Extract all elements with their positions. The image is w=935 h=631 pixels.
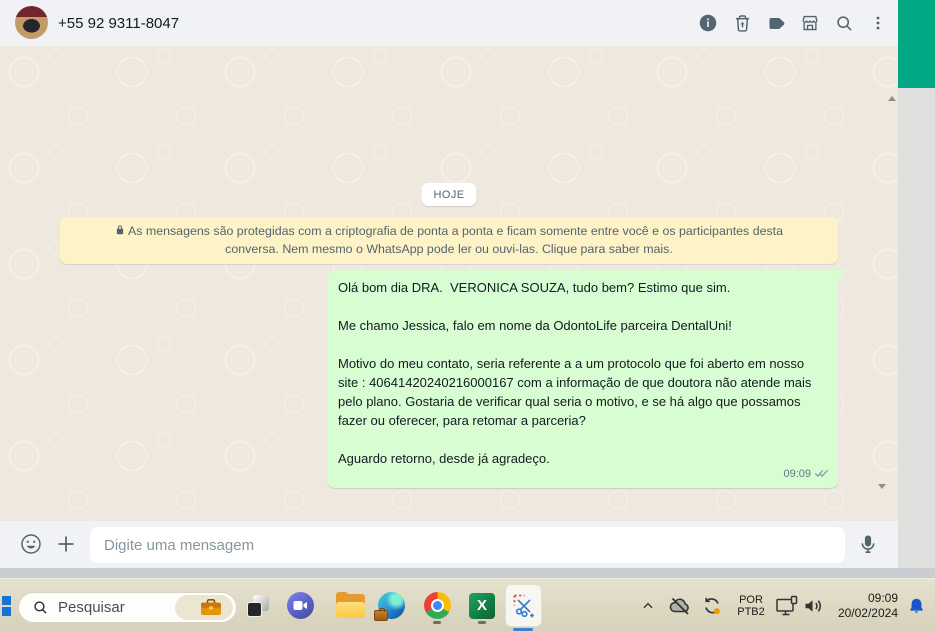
more-options-icon[interactable] (866, 11, 890, 35)
edge-button[interactable] (373, 579, 406, 631)
scroll-down-arrow[interactable] (878, 484, 886, 489)
excel-icon: X (469, 592, 495, 619)
cast-tray-button[interactable] (773, 579, 801, 631)
info-icon[interactable] (696, 11, 720, 35)
search-icon (34, 601, 47, 614)
message-composer (0, 521, 898, 568)
language-line1: POR (739, 593, 763, 606)
clock-date: 20/02/2024 (837, 605, 898, 620)
excel-button[interactable]: X (467, 579, 497, 631)
edge-icon (373, 592, 405, 621)
snipping-tool-icon (513, 594, 534, 617)
header-actions (696, 0, 890, 46)
hidden-icons-chevron[interactable] (638, 579, 658, 631)
emoji-icon[interactable] (19, 532, 43, 556)
language-line2: PTB2 (737, 605, 765, 618)
outgoing-message-bubble[interactable]: Olá bom dia DRA. VERONICA SOUZA, tudo be… (327, 270, 846, 488)
lock-icon (115, 224, 125, 241)
taskbar-search-input[interactable] (58, 599, 153, 616)
sync-tray-button[interactable] (698, 579, 726, 631)
message-text: Olá bom dia DRA. VERONICA SOUZA, tudo be… (338, 280, 812, 466)
snipping-tool-button[interactable] (505, 584, 542, 627)
clock-time: 09:09 (867, 590, 898, 605)
search-icon[interactable] (832, 11, 856, 35)
chrome-icon (423, 592, 451, 619)
file-explorer-icon (335, 591, 365, 618)
chat-app-button[interactable] (285, 579, 315, 631)
taskbar-clock[interactable]: 09:09 20/02/2024 (826, 579, 898, 631)
notification-bell-button[interactable] (902, 579, 930, 631)
volume-tray-button[interactable] (799, 579, 827, 631)
windows-taskbar: X (0, 578, 935, 631)
encryption-notice-text: As mensagens são protegidas com a cripto… (127, 224, 784, 256)
briefcase-icon (200, 599, 221, 615)
label-icon[interactable] (764, 11, 788, 35)
date-badge: HOJE (421, 183, 477, 206)
scroll-up-arrow[interactable] (888, 96, 896, 101)
message-input[interactable] (90, 527, 845, 563)
search-highlight-badge[interactable] (175, 595, 233, 620)
microphone-icon[interactable] (856, 532, 880, 556)
chat-header: +55 92 9311-8047 (0, 0, 898, 46)
file-explorer-button[interactable] (334, 579, 366, 631)
task-view-icon (246, 594, 270, 618)
chevron-up-icon (643, 602, 653, 608)
cast-display-icon (776, 595, 798, 615)
encryption-notice[interactable]: As mensagens são protegidas com a cripto… (60, 217, 838, 264)
contact-phone-number[interactable]: +55 92 9311-8047 (58, 0, 179, 46)
chat-message-area: HOJE As mensagens são protegidas com a c… (0, 46, 898, 521)
chat-video-icon (286, 592, 314, 619)
background-window-green-strip (898, 0, 935, 88)
chrome-running-indicator (433, 621, 441, 624)
start-button-windows-icon[interactable] (0, 596, 11, 616)
bubble-tail (837, 270, 846, 280)
desktop-band (0, 568, 935, 578)
language-indicator[interactable]: POR PTB2 (731, 579, 771, 631)
onedrive-tray-button[interactable] (666, 579, 694, 631)
delete-icon[interactable] (730, 11, 754, 35)
onedrive-offline-icon (669, 597, 689, 615)
attach-plus-icon[interactable] (54, 532, 78, 556)
contact-avatar[interactable] (15, 6, 48, 39)
sync-pending-icon (705, 597, 720, 614)
message-meta: 09:09 (783, 465, 829, 483)
background-window-gray-strip (898, 88, 935, 568)
chrome-button[interactable] (422, 579, 452, 631)
storefront-icon[interactable] (798, 11, 822, 35)
volume-icon (805, 599, 821, 612)
excel-running-indicator (478, 621, 486, 624)
double-check-icon (814, 465, 829, 483)
taskbar-search-box[interactable] (18, 592, 237, 623)
notification-bell-icon (909, 598, 923, 613)
edge-work-badge (373, 608, 388, 621)
task-view-button[interactable] (244, 579, 272, 631)
screen: +55 92 9311-8047 HOJE As mensagens são p… (0, 0, 935, 631)
message-time: 09:09 (783, 468, 811, 480)
